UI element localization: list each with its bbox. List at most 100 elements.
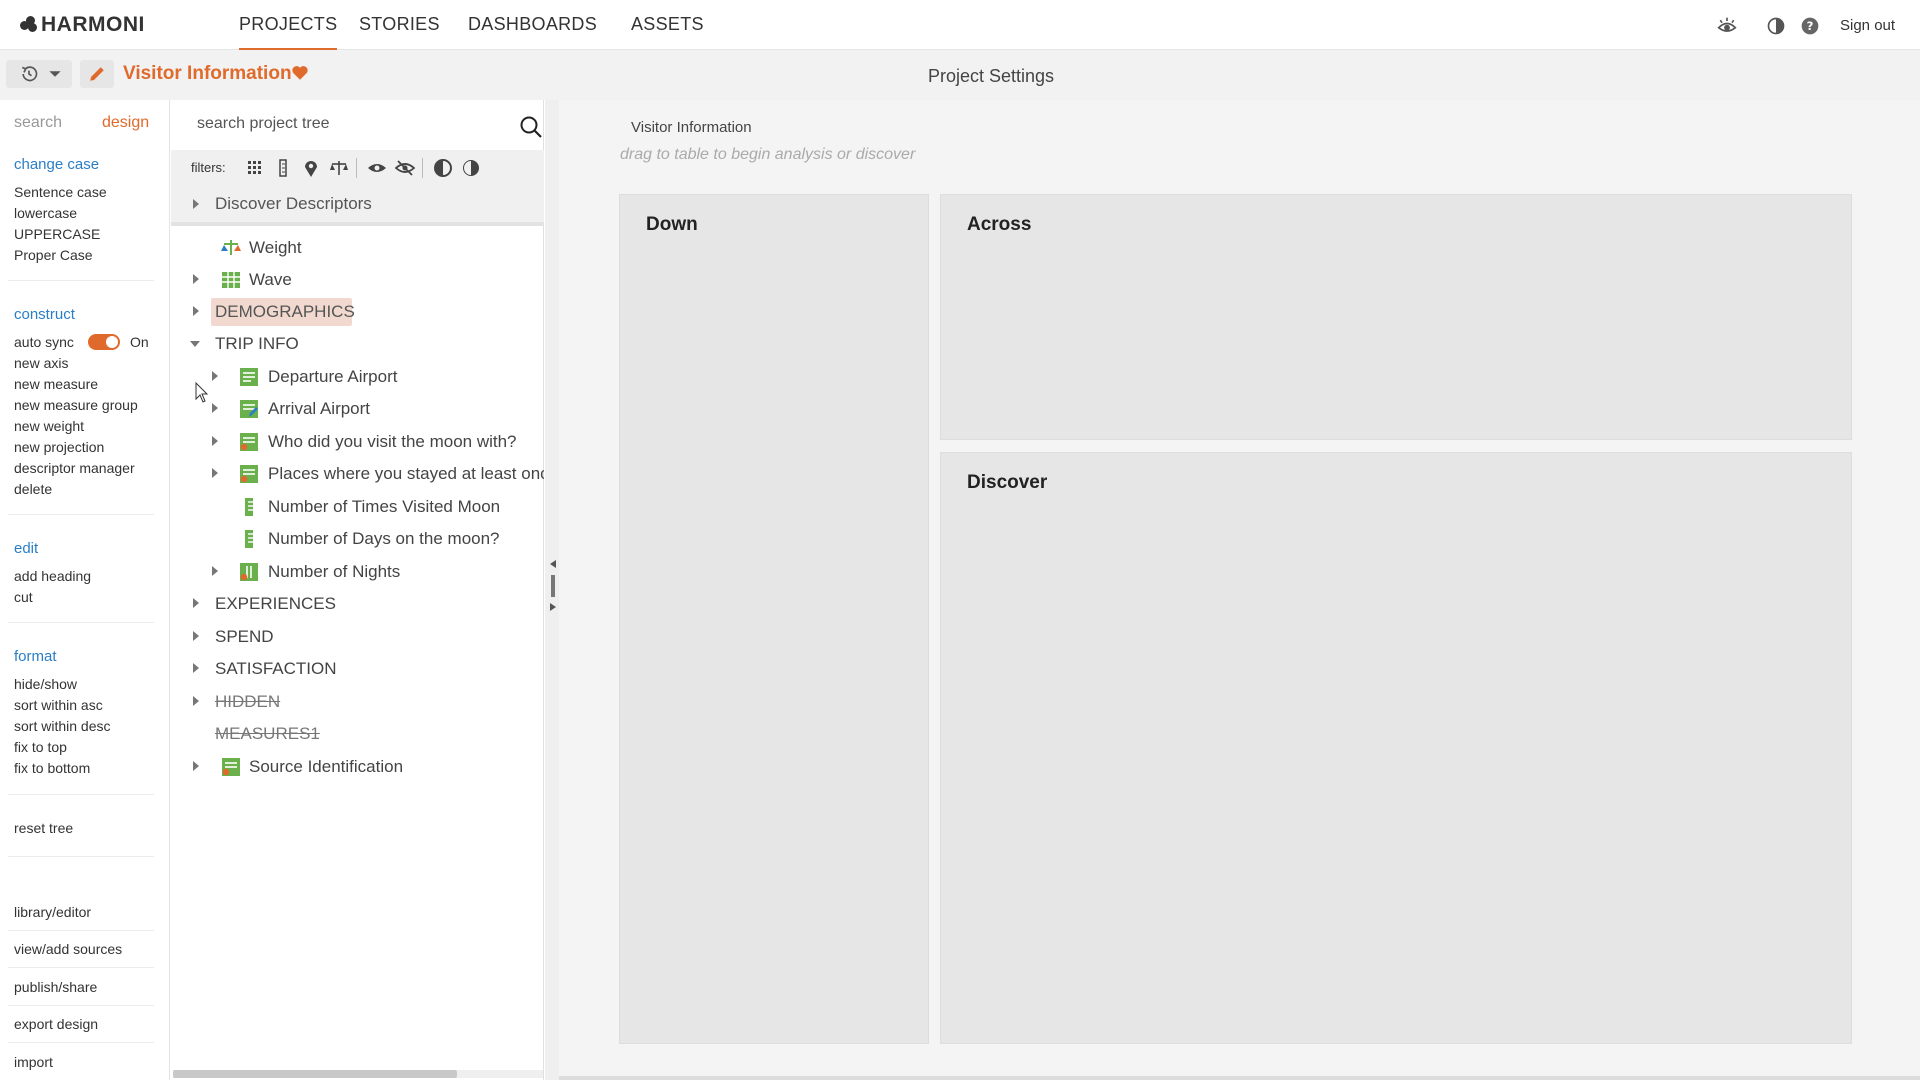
tree-row-satisfaction[interactable]: SATISFACTION (171, 654, 544, 684)
tree-row-weight[interactable]: Weight (171, 233, 544, 263)
import-link[interactable]: import (14, 1054, 53, 1070)
contrast-left-filter-icon[interactable] (433, 158, 453, 178)
contrast-icon[interactable] (1766, 16, 1786, 36)
tree-row-number-of-nights[interactable]: Number of Nights (171, 557, 544, 587)
delete-action[interactable]: delete (14, 481, 52, 497)
expand-caret-icon[interactable] (212, 371, 218, 381)
divider (8, 1005, 154, 1006)
auto-sync-label: auto sync (14, 334, 74, 350)
add-heading-action[interactable]: add heading (14, 568, 91, 584)
tab-design[interactable]: design (102, 114, 149, 132)
splitter-handle[interactable] (551, 575, 555, 597)
nav-tab-dashboards[interactable]: DASHBOARDS (468, 14, 597, 35)
sentence-case-option[interactable]: Sentence case (14, 184, 107, 200)
hide-eye-icon[interactable] (395, 158, 415, 178)
scrollbar-thumb[interactable] (173, 1070, 457, 1078)
expand-caret-icon[interactable] (212, 468, 218, 478)
source-id-icon (222, 758, 240, 776)
new-weight-action[interactable]: new weight (14, 418, 84, 434)
view-add-sources-link[interactable]: view/add sources (14, 941, 122, 957)
uppercase-option[interactable]: UPPERCASE (14, 226, 100, 242)
panel-splitter[interactable] (545, 100, 559, 1080)
hide-show-action[interactable]: hide/show (14, 676, 77, 692)
new-projection-action[interactable]: new projection (14, 439, 104, 455)
edit-project-name-button[interactable] (80, 60, 114, 88)
nav-tab-stories[interactable]: STORIES (359, 14, 440, 35)
collapse-left-icon[interactable] (550, 560, 556, 568)
tree-row-demographics[interactable]: DEMOGRAPHICS (171, 297, 544, 327)
sort-asc-action[interactable]: sort within asc (14, 697, 103, 713)
tree-row-spend[interactable]: SPEND (171, 622, 544, 652)
expand-caret-icon[interactable] (193, 631, 199, 641)
new-measure-action[interactable]: new measure (14, 376, 98, 392)
discover-drop-zone[interactable]: Discover (940, 452, 1852, 1044)
expand-caret-icon[interactable] (193, 598, 199, 608)
tree-top-scroll-indicator (171, 222, 544, 226)
expand-caret-icon[interactable] (193, 663, 199, 673)
auto-sync-state: On (130, 334, 149, 350)
numeric-filter-icon[interactable] (273, 158, 293, 178)
down-drop-zone[interactable]: Down (619, 194, 929, 1044)
show-eye-icon[interactable] (367, 158, 387, 178)
publish-share-link[interactable]: publish/share (14, 979, 97, 995)
tree-row-wave[interactable]: Wave (171, 265, 544, 295)
new-measure-group-action[interactable]: new measure group (14, 397, 138, 413)
multi-question-icon (240, 433, 258, 451)
expand-caret-icon[interactable] (212, 566, 218, 576)
sign-out-link[interactable]: Sign out (1840, 17, 1895, 34)
tree-row-hidden[interactable]: HIDDEN (171, 687, 544, 717)
divider (8, 794, 154, 795)
export-design-link[interactable]: export design (14, 1016, 98, 1032)
chevron-down-icon (49, 71, 61, 77)
tree-row-places-stayed[interactable]: Places where you stayed at least once (171, 459, 544, 489)
expand-caret-icon[interactable] (193, 199, 199, 209)
tree-row-source-identification[interactable]: Source Identification (171, 752, 544, 782)
view-eye-icon[interactable] (1717, 16, 1737, 36)
reset-tree-action[interactable]: reset tree (14, 820, 73, 836)
expand-caret-icon[interactable] (193, 696, 199, 706)
auto-sync-toggle[interactable] (88, 334, 120, 350)
collapse-caret-icon[interactable] (190, 341, 200, 347)
expand-caret-icon[interactable] (193, 306, 199, 316)
search-icon[interactable] (519, 115, 543, 139)
tab-search[interactable]: search (14, 114, 62, 132)
tree-row-departure-airport[interactable]: Departure Airport (171, 362, 544, 392)
grid-filter-icon[interactable] (245, 158, 265, 178)
nav-tab-projects[interactable]: PROJECTS (239, 14, 338, 51)
expand-caret-icon[interactable] (193, 274, 199, 284)
tree-row-visit-moon-with[interactable]: Who did you visit the moon with? (171, 427, 544, 457)
fix-to-bottom-action[interactable]: fix to bottom (14, 760, 90, 776)
contrast-right-filter-icon[interactable] (461, 158, 481, 178)
tree-row-measures1[interactable]: MEASURES1 (171, 719, 544, 749)
tree-row-trip-info[interactable]: TRIP INFO (171, 329, 544, 359)
tree-row-experiences[interactable]: EXPERIENCES (171, 589, 544, 619)
descriptor-manager-action[interactable]: descriptor manager (14, 460, 135, 476)
expand-caret-icon[interactable] (212, 436, 218, 446)
proper-case-option[interactable]: Proper Case (14, 247, 93, 263)
fix-to-top-action[interactable]: fix to top (14, 739, 67, 755)
nav-tab-assets[interactable]: ASSETS (631, 14, 704, 35)
help-icon[interactable]: ? (1800, 16, 1820, 36)
new-axis-action[interactable]: new axis (14, 355, 68, 371)
sort-desc-action[interactable]: sort within desc (14, 718, 110, 734)
lowercase-option[interactable]: lowercase (14, 205, 77, 221)
tree-search-input[interactable] (179, 108, 539, 140)
cut-action[interactable]: cut (14, 589, 33, 605)
tree-row-arrival-airport[interactable]: Arrival Airport (171, 394, 544, 424)
location-filter-icon[interactable] (301, 158, 321, 178)
expand-caret-icon[interactable] (193, 761, 199, 771)
expand-right-icon[interactable] (550, 603, 556, 611)
across-drop-zone[interactable]: Across (940, 194, 1852, 440)
history-dropdown-button[interactable] (6, 60, 72, 88)
harmoni-logo[interactable]: HARMONI (20, 12, 145, 38)
tree-row-label: Who did you visit the moon with? (268, 432, 517, 451)
table-design-area: Visitor Information drag to table to beg… (559, 100, 1920, 1080)
expand-caret-icon[interactable] (212, 403, 218, 413)
library-editor-link[interactable]: library/editor (14, 904, 91, 920)
tree-row-times-visited[interactable]: Number of Times Visited Moon (171, 492, 544, 522)
tree-horizontal-scrollbar[interactable] (173, 1070, 543, 1078)
discover-descriptors-row[interactable]: Discover Descriptors (171, 186, 544, 222)
tree-row-days-on-moon[interactable]: Number of Days on the moon? (171, 524, 544, 554)
weight-filter-icon[interactable] (329, 158, 349, 178)
favorite-heart-icon[interactable] (291, 64, 309, 82)
